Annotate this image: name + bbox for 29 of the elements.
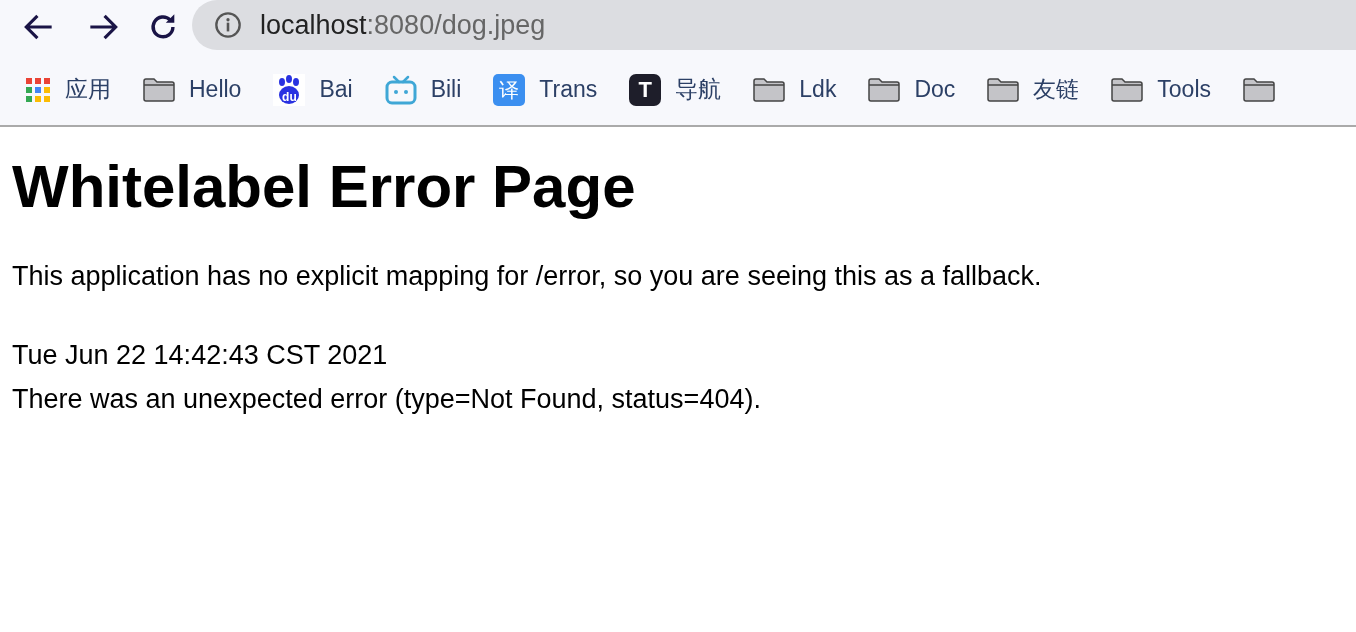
apps-grid-icon bbox=[25, 76, 51, 103]
translate-icon: 译 bbox=[493, 73, 526, 106]
bookmark[interactable]: 友链 bbox=[987, 72, 1080, 107]
paw-icon: du bbox=[273, 73, 306, 106]
bookmark[interactable]: 应用 bbox=[25, 72, 111, 107]
tv-icon bbox=[384, 74, 417, 105]
folder-icon bbox=[1111, 77, 1144, 102]
timestamp: Tue Jun 22 14:42:43 CST 2021 bbox=[12, 339, 389, 372]
bookmark[interactable]: Tools bbox=[1111, 72, 1211, 107]
bookmark[interactable]: T 导航 bbox=[629, 72, 722, 107]
folder-icon bbox=[987, 77, 1020, 102]
folder-icon bbox=[868, 77, 901, 102]
bookmark[interactable]: Ldk bbox=[753, 72, 837, 107]
bookmark[interactable]: Bili bbox=[384, 72, 462, 107]
bookmark[interactable]: du Bai bbox=[273, 72, 353, 107]
error-message: This application has no explicit mapping for /error, so you are seeing this as a fallback. bbox=[12, 260, 1043, 293]
address-bar[interactable]: localhost:8080/dog.jpeg bbox=[192, 0, 1356, 50]
bookmark[interactable] bbox=[1243, 77, 1275, 102]
page-heading: Whitelabel Error Page bbox=[12, 152, 637, 222]
bookmark[interactable]: Hello bbox=[143, 72, 242, 107]
folder-icon bbox=[143, 77, 175, 102]
folder-icon bbox=[753, 77, 786, 102]
bookmark[interactable]: Doc bbox=[868, 72, 956, 107]
letter-logo-icon: T bbox=[629, 73, 662, 106]
bookmark[interactable]: 译 Trans bbox=[493, 72, 598, 107]
info-icon bbox=[214, 11, 242, 39]
url-text: localhost:8080/dog.jpeg bbox=[260, 8, 546, 42]
error-details: There was an unexpected error (type=Not Found, status=404). bbox=[12, 383, 762, 416]
folder-icon bbox=[1243, 77, 1275, 102]
